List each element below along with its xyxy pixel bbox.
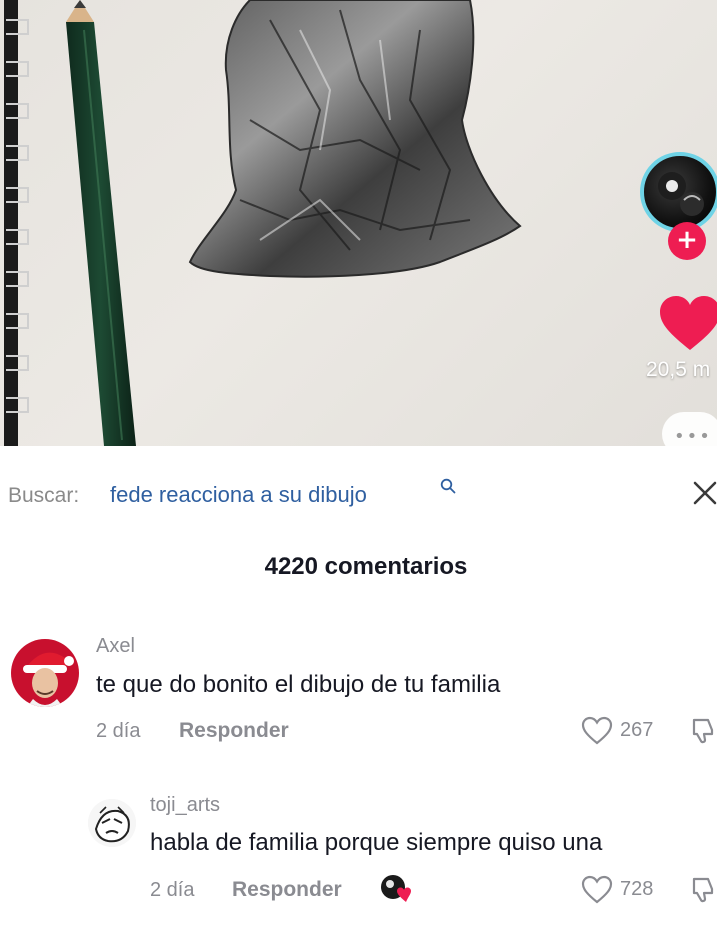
search-suggestion-link[interactable]: fede reacciona a su dibujo bbox=[110, 482, 367, 508]
comment-username[interactable]: Axel bbox=[96, 635, 135, 658]
comments-count-title: 4220 comentarios bbox=[264, 553, 468, 580]
comment-username[interactable]: toji_arts bbox=[150, 794, 220, 817]
thumbs-down-icon[interactable] bbox=[690, 875, 716, 903]
comment-like-count: 728 bbox=[620, 878, 654, 900]
creator-avatar[interactable] bbox=[640, 152, 717, 232]
video-player[interactable]: + 20,5 m ••• bbox=[0, 0, 717, 446]
pencil bbox=[66, 0, 136, 446]
heart-outline-icon[interactable] bbox=[581, 716, 613, 746]
avatar-image-sketch bbox=[88, 799, 136, 847]
video-frame-drawing bbox=[4, 0, 522, 446]
reply-button[interactable]: Responder bbox=[232, 878, 342, 902]
reply-button[interactable]: Responder bbox=[179, 719, 289, 743]
close-icon[interactable] bbox=[692, 480, 717, 506]
thumbs-down-icon[interactable] bbox=[690, 716, 716, 744]
creator-avatar-image bbox=[658, 172, 704, 216]
follow-plus-button[interactable]: + bbox=[668, 222, 706, 260]
comment-time: 2 día bbox=[96, 720, 141, 742]
like-count: 20,5 m bbox=[646, 358, 711, 381]
avatar[interactable] bbox=[11, 639, 79, 707]
comment-time: 2 día bbox=[150, 879, 195, 901]
search-icon[interactable] bbox=[440, 478, 456, 494]
search-prefix-label: Buscar: bbox=[8, 484, 80, 507]
more-dots-icon: ••• bbox=[674, 426, 712, 446]
avatar[interactable] bbox=[88, 799, 136, 847]
more-options-button[interactable]: ••• bbox=[662, 412, 717, 446]
like-heart-icon[interactable] bbox=[660, 296, 717, 352]
heart-outline-icon[interactable] bbox=[581, 875, 613, 905]
plastic-bag-drawing bbox=[188, 0, 522, 278]
comment-like-count: 267 bbox=[620, 719, 654, 741]
spiral-binding bbox=[4, 0, 29, 446]
comment-text: te que do bonito el dibujo de tu familia bbox=[96, 671, 501, 698]
avatar-image-santa bbox=[11, 639, 79, 707]
comment-text: habla de familia porque siempre quiso un… bbox=[150, 829, 603, 856]
creator-liked-badge-icon bbox=[381, 875, 411, 902]
